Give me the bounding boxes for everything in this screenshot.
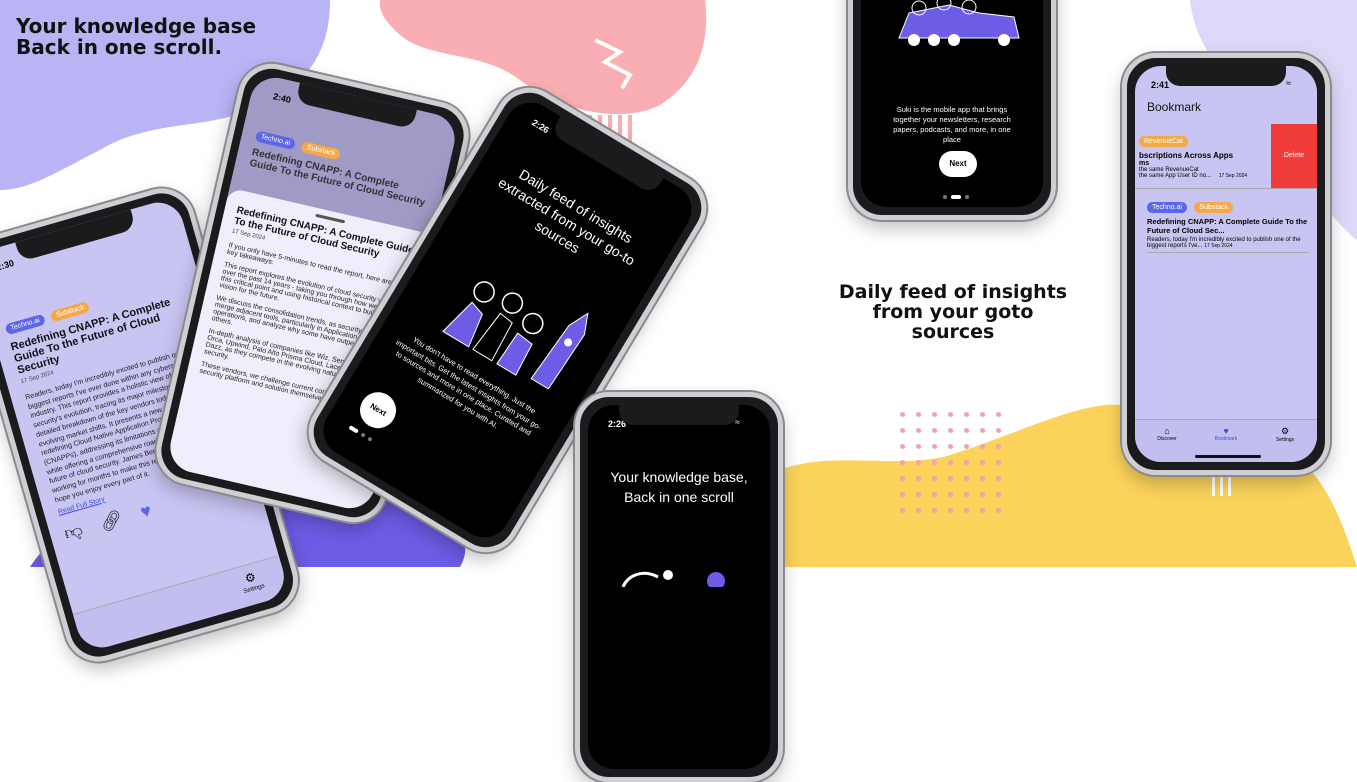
sheet-handle[interactable]	[314, 213, 345, 224]
tag-techno-2[interactable]: Techno.ai	[254, 130, 297, 151]
headline-left-line1: Your knowledge base	[16, 14, 257, 38]
notch-4	[619, 405, 739, 425]
intro-top-screen: Suki is the mobile app that brings toget…	[861, 0, 1043, 207]
tag-substack-3[interactable]: Substack	[1194, 202, 1234, 213]
intro-bottom-line1: Your knowledge base,	[610, 469, 748, 485]
next-button-2[interactable]: Next	[939, 151, 977, 177]
bookmark-item1-title: bscriptions Across Apps	[1139, 151, 1234, 160]
nav-bookmark[interactable]: ♥ Bookmark	[1206, 426, 1246, 442]
heart-icon-nav: ♥	[1223, 426, 1229, 436]
nav-discover[interactable]: ⌂ Discover	[1147, 426, 1187, 442]
bookmark-item[interactable]: Techno.ai Substack Redefining CNAPP: A C…	[1147, 196, 1309, 253]
nav-settings[interactable]: ⚙ Settings	[1265, 426, 1305, 443]
dot-pattern	[900, 412, 1001, 513]
nav-settings-label-2: Settings	[1275, 437, 1295, 443]
headline-middle-line1: Daily feed of insights	[838, 281, 1068, 303]
status-time-6: 2:41	[1151, 80, 1170, 90]
wifi-icon-2: ≈	[1286, 78, 1291, 88]
headline-left: Your knowledge base Back in one scroll.	[16, 16, 256, 58]
tag-substack[interactable]: Substack	[50, 300, 91, 323]
intro-top-text: Suki is the mobile app that brings toget…	[893, 105, 1011, 145]
article-bottom-nav: ⚙ Settings	[72, 555, 290, 654]
nav-bookmark-label: Bookmark	[1214, 436, 1238, 442]
tag-substack-2[interactable]: Substack	[300, 141, 342, 161]
phone-intro-bottom: 2:26 ≈ Your knowledge base, Back in one …	[575, 392, 783, 782]
bookmark-item1-snippet: the same App User ID no...	[1139, 173, 1212, 179]
bookmark-screen: 2:41 ≈ Bookmark RevenueCat bscriptions A…	[1135, 66, 1317, 462]
headline-left-line2: Back in one scroll.	[16, 35, 223, 59]
thumbs-down-icon[interactable]: 👎︎	[62, 519, 85, 543]
headline-middle-line2: from your goto sources	[872, 300, 1034, 343]
bookmark-title: Bookmark	[1147, 100, 1202, 114]
link-icon[interactable]: 🔗︎	[98, 508, 125, 534]
bookmark-item1-line2: ms	[1139, 160, 1150, 167]
gear-icon: ⚙	[1280, 426, 1290, 436]
intro-bottom-line2: Back in one scroll	[624, 489, 734, 505]
bookmark-item1-line4: the same App User ID no... 17 Sep 2024	[1139, 173, 1279, 179]
delete-button[interactable]: Delete	[1271, 124, 1317, 188]
illustration-partial	[621, 570, 725, 587]
headline-middle: Daily feed of insights from your goto so…	[828, 281, 1078, 343]
tag-techno[interactable]: Techno.ai	[4, 313, 46, 336]
bookmark-item1-date: 17 Sep 2024	[1218, 173, 1248, 179]
notch-6	[1166, 66, 1286, 86]
home-icon: ⌂	[1164, 426, 1170, 436]
page-indicator-2	[941, 188, 971, 206]
bookmark-item2-row: Readers, today I'm incredibly excited to…	[1147, 237, 1309, 249]
status-time: 2:30	[0, 257, 16, 273]
tag-revenuecat[interactable]: RevenueCat	[1139, 136, 1188, 147]
bottom-nav: ⌂ Discover ♥ Bookmark ⚙ Settings	[1135, 419, 1317, 462]
status-time-2: 2:40	[272, 91, 292, 106]
home-indicator	[1195, 455, 1261, 458]
car-illustration	[898, 0, 1020, 46]
phone-bookmark: 2:41 ≈ Bookmark RevenueCat bscriptions A…	[1122, 53, 1330, 475]
intro-bottom-screen: 2:26 ≈ Your knowledge base, Back in one …	[588, 405, 770, 769]
status-time-3: 2:26	[530, 117, 551, 136]
bookmark-item-swiped[interactable]: RevenueCat bscriptions Across Apps ms th…	[1135, 124, 1317, 189]
tag-techno-3[interactable]: Techno.ai	[1147, 202, 1187, 213]
bookmark-item2-title: Redefining CNAPP: A Complete Guide To th…	[1147, 217, 1308, 235]
heart-icon[interactable]: ♥	[138, 500, 154, 522]
phone-intro-top: Suki is the mobile app that brings toget…	[848, 0, 1056, 220]
summary-header: Techno.ai Substack Redefining CNAPP: A C…	[248, 125, 434, 210]
bookmark-item2-date: 17 Sep 2024	[1204, 243, 1233, 249]
settings-icon[interactable]: ⚙	[243, 570, 257, 586]
nav-discover-label: Discover	[1157, 436, 1177, 442]
